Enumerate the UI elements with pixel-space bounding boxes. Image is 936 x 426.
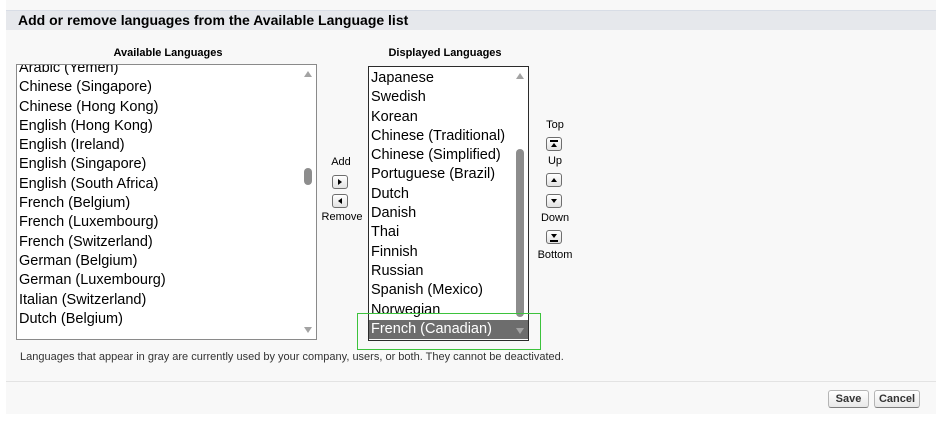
scroll-up-arrow-icon[interactable] [304,71,312,77]
list-item[interactable]: English (Ireland) [17,136,316,155]
up-label: Up [547,155,563,167]
displayed-languages-label: Displayed Languages [388,47,502,59]
cancel-button[interactable]: Cancel [874,390,920,408]
bottom-bar-icon [550,240,558,242]
list-item[interactable]: Spanish (Mexico) [369,281,528,300]
list-item[interactable]: French (Switzerland) [17,233,316,252]
down-label: Down [540,212,570,224]
add-button[interactable] [332,175,348,189]
list-item[interactable]: Russian [369,262,528,281]
left-arrow-icon [338,198,342,204]
scroll-down-arrow-icon[interactable] [304,327,312,333]
list-item[interactable]: Thai [369,223,528,242]
list-item[interactable]: Portuguese (Brazil) [369,165,528,184]
list-item[interactable]: English (Singapore) [17,155,316,174]
up-arrow-icon [551,178,557,182]
save-button[interactable]: Save [828,390,869,408]
displayed-languages-list[interactable]: Japanese Swedish Korean Chinese (Traditi… [368,66,529,341]
down-arrow-icon [551,234,557,238]
add-label: Add [331,156,351,168]
bottom-label: Bottom [537,249,573,261]
scroll-thumb[interactable] [516,149,524,317]
selection-highlight-box [357,313,541,350]
available-languages-list[interactable]: Arabic (Yemen) Chinese (Singapore) Chine… [16,64,317,340]
section-title: Add or remove languages from the Availab… [18,12,409,28]
top-label: Top [546,119,564,131]
section-header: Add or remove languages from the Availab… [6,10,936,30]
available-scrollbar[interactable] [300,65,316,339]
available-languages-label: Available Languages [113,47,223,59]
list-item[interactable]: Italian (Switzerland) [17,291,316,310]
list-item[interactable]: Japanese [369,69,528,88]
scroll-up-arrow-icon[interactable] [516,73,524,79]
list-item[interactable]: French (Luxembourg) [17,213,316,232]
list-item[interactable]: Chinese (Hong Kong) [17,98,316,117]
list-item[interactable]: Dutch (Belgium) [17,310,316,329]
list-item[interactable]: Korean [369,108,528,127]
list-item[interactable]: French (Belgium) [17,194,316,213]
right-arrow-icon [338,179,342,185]
scroll-thumb[interactable] [304,168,312,185]
footer-divider [6,381,936,382]
list-item[interactable]: Dutch [369,185,528,204]
list-item[interactable]: German (Belgium) [17,252,316,271]
remove-label: Remove [321,211,363,223]
list-item[interactable]: Arabic (Yemen) [17,65,316,78]
gray-languages-note: Languages that appear in gray are curren… [20,351,564,363]
list-item[interactable]: English (South Africa) [17,175,316,194]
list-item[interactable]: English (Hong Kong) [17,117,316,136]
top-bar-icon [550,140,558,142]
list-item[interactable]: Swedish [369,88,528,107]
down-arrow-icon [551,199,557,203]
move-up-button[interactable] [546,173,562,187]
displayed-scrollbar[interactable] [512,67,528,340]
list-item[interactable]: Chinese (Simplified) [369,146,528,165]
list-item[interactable]: German (Luxembourg) [17,271,316,290]
list-item[interactable]: Chinese (Singapore) [17,78,316,97]
move-bottom-button[interactable] [546,230,562,244]
list-item[interactable]: Danish [369,204,528,223]
up-arrow-icon [551,143,557,147]
remove-button[interactable] [332,194,348,208]
move-down-button[interactable] [546,194,562,208]
list-item[interactable]: Chinese (Traditional) [369,127,528,146]
list-item[interactable]: Finnish [369,243,528,262]
move-top-button[interactable] [546,137,562,151]
